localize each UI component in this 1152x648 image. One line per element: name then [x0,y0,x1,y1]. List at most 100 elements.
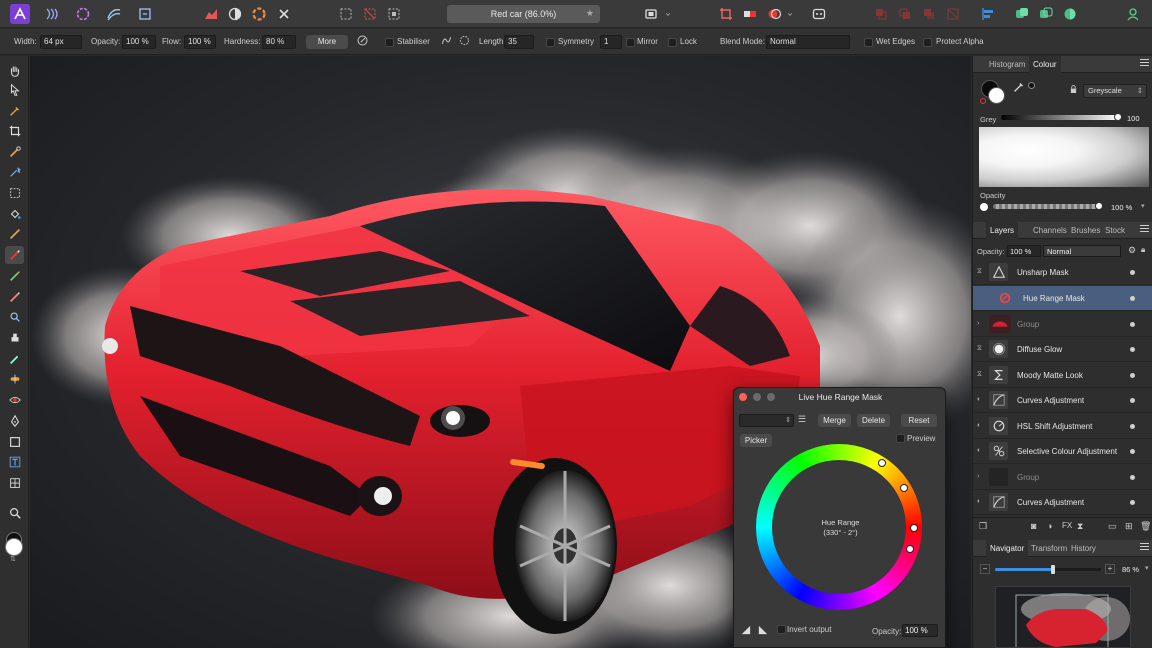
visibility-toggle-icon[interactable]: ◐ [977,447,984,455]
hourglass-icon[interactable]: ⧗ [1077,521,1083,532]
wet-edges-checkbox[interactable] [864,38,873,47]
swap-colours-icon[interactable]: ⇅ [10,556,18,563]
dodge-brush-tool-icon[interactable] [5,308,24,326]
visibility-icon[interactable] [1130,270,1135,275]
lock-checkbox[interactable] [668,38,677,47]
tone-mapping-persona-icon[interactable] [104,4,124,24]
chevron-down-icon[interactable] [785,4,795,24]
layer-options-icon[interactable]: ❐ [979,521,987,532]
expand-arrow-icon[interactable]: › [977,320,984,328]
visibility-icon[interactable] [1130,500,1135,505]
layer-row[interactable]: ◐ Curves Adjustment [973,490,1152,515]
colour-mode-select[interactable]: Greyscale ⇕ [1083,84,1147,98]
opacity-field[interactable]: 100 % [122,35,156,49]
text-tool-icon[interactable] [5,453,24,471]
chevron-down-icon[interactable]: ▾ [1145,564,1149,572]
arrange-backward-icon[interactable] [895,4,915,24]
visibility-toggle-icon[interactable]: ◐ [977,396,984,404]
red-eye-tool-icon[interactable] [5,391,24,409]
adjustment-layer-icon[interactable]: ◑ [1047,521,1052,531]
preset-menu-icon[interactable]: ☰ [798,414,806,425]
tab-history[interactable]: History [1067,540,1100,557]
panel-menu-icon[interactable] [1140,543,1149,552]
visibility-icon[interactable] [1130,322,1135,327]
zoom-tool-icon[interactable] [5,504,24,522]
navigator-preview[interactable] [995,586,1131,648]
selection-brush-icon[interactable] [740,4,760,24]
no-colour-icon[interactable] [980,98,986,104]
tab-layers[interactable]: Layers [986,222,1019,239]
visibility-icon[interactable] [1130,296,1135,301]
user-account-icon[interactable] [1123,4,1143,24]
grey-value[interactable]: 100 [1127,114,1140,123]
layer-row[interactable]: › Group [973,312,1152,337]
affinity-photo-icon[interactable] [10,4,30,24]
marquee-tool-icon[interactable] [5,184,24,202]
expand-arrow-icon[interactable]: › [977,473,984,481]
assistant-icon[interactable] [809,4,829,24]
chevron-down-icon[interactable] [663,4,673,24]
rectangle-tool-icon[interactable] [5,433,24,451]
blend-mode-select[interactable]: Normal [766,35,850,49]
brush-options-icon[interactable] [356,34,369,49]
opacity-slider[interactable] [993,204,1099,209]
layer-row[interactable]: ◐ HSL Shift Adjustment [973,414,1152,439]
rope-mode-icon[interactable] [440,34,453,49]
tab-brushes[interactable]: Brushes [1067,222,1104,239]
lock-icon[interactable]: 🔒︎ [1141,245,1145,255]
arrange-back-icon[interactable] [871,4,891,24]
visibility-icon[interactable] [1130,347,1135,352]
opacity-value[interactable]: 100 % [1111,203,1132,212]
move-tool-icon[interactable] [5,81,24,99]
visibility-icon[interactable] [1130,373,1135,378]
align-icon[interactable] [978,4,998,24]
paint-brush-tool-icon[interactable] [5,246,24,264]
zoom-out-button[interactable]: − [980,564,990,574]
visibility-icon[interactable] [1130,424,1135,429]
mask-icon[interactable] [764,4,784,24]
preview-checkbox[interactable] [896,434,905,443]
gear-icon[interactable]: ⚙ [1128,245,1136,256]
delete-button[interactable]: Delete [857,414,890,427]
width-field[interactable]: 64 px [40,35,82,49]
background-colour-swatch[interactable] [5,538,23,556]
eyedropper-icon[interactable] [1012,80,1026,97]
hardness-field[interactable]: 80 % [262,35,296,49]
boolean-add-icon[interactable] [1012,4,1032,24]
hue-range-handle[interactable] [900,484,908,492]
zoom-in-button[interactable]: + [1105,564,1115,574]
tab-transform[interactable]: Transform [1027,540,1071,557]
hue-range-handle[interactable] [878,459,886,467]
add-layer-icon[interactable]: ⊞ [1125,521,1133,532]
liquify-persona-icon[interactable] [42,4,62,24]
symmetry-field[interactable]: 1 [600,35,622,49]
auto-white-balance-icon[interactable] [274,4,294,24]
merge-button[interactable]: Merge [818,414,851,427]
mesh-warp-tool-icon[interactable] [5,474,24,492]
visibility-toggle-icon[interactable]: ◐ [977,498,984,506]
select-all-icon[interactable] [336,4,356,24]
mirror-checkbox[interactable] [626,38,635,47]
deselect-icon[interactable] [360,4,380,24]
background-swatch[interactable] [988,87,1005,104]
falloff-linear-icon[interactable] [741,625,751,637]
zoom-slider-handle[interactable] [1051,565,1055,574]
delete-layer-icon[interactable]: 🗑︎ [1140,521,1151,532]
selection-brush-tool-icon[interactable] [5,143,24,161]
crop-tool-icon[interactable] [5,122,24,140]
panel-menu-icon[interactable] [1140,59,1149,68]
reset-button[interactable]: Reset [901,414,937,427]
star-icon[interactable]: ★ [586,8,594,19]
zoom-slider[interactable] [995,565,1101,574]
layer-blend-select[interactable]: Normal [1043,245,1121,257]
tab-channels[interactable]: Channels [1029,222,1071,239]
hue-range-handle[interactable] [906,545,914,553]
boolean-intersect-icon[interactable] [1060,4,1080,24]
preset-select[interactable]: ⇕ [739,414,794,427]
auto-colour-icon[interactable] [249,4,269,24]
opacity-field[interactable]: 100 % [902,624,938,637]
boolean-subtract-icon[interactable] [1036,4,1056,24]
layer-row[interactable]: ⧖ Moody Matte Look [973,363,1152,388]
protect-alpha-checkbox[interactable] [923,38,932,47]
layer-row[interactable]: ⧖ Unsharp Mask [973,260,1152,285]
